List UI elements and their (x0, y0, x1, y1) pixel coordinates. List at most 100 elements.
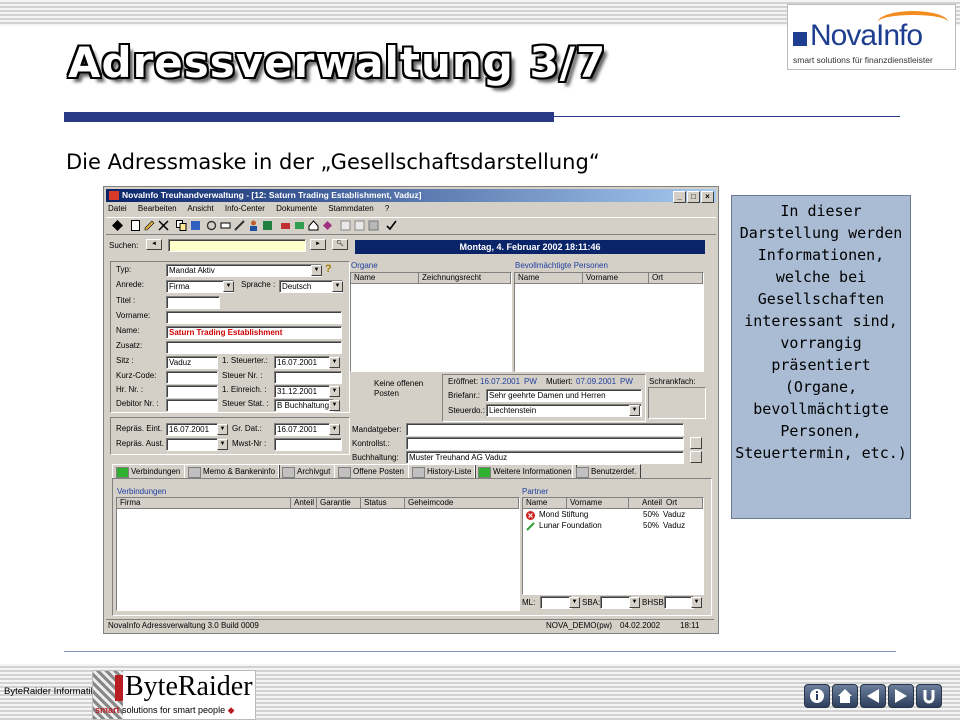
bevollmaechtigte-col-vorname[interactable]: Vorname (583, 273, 649, 284)
sba-select[interactable] (600, 596, 632, 609)
delete-x-icon[interactable] (158, 220, 169, 231)
steuerdo-dropdown-icon[interactable]: ▼ (629, 405, 640, 416)
menu-dokumente[interactable]: Dokumente (276, 204, 317, 213)
people-icon[interactable] (248, 220, 259, 231)
search-magnifier-icon[interactable]: 🔍︎ (332, 239, 348, 250)
search-input[interactable] (168, 239, 306, 252)
steuerdo-select[interactable]: Liechtenstein (486, 404, 642, 417)
maximize-button[interactable]: □ (687, 191, 700, 203)
partner-col-name[interactable]: Name (523, 498, 567, 509)
menu-bearbeiten[interactable]: Bearbeiten (138, 204, 177, 213)
steuerter-dropdown-icon[interactable]: ▼ (329, 357, 340, 368)
typ-dropdown-icon[interactable]: ▼ (311, 265, 322, 276)
repras-aust-dropdown-icon[interactable]: ▼ (217, 439, 228, 450)
transfer-icon[interactable] (294, 220, 305, 231)
grdat-field[interactable]: 16.07.2001 (274, 423, 330, 436)
search-prev-button[interactable]: ◄ (146, 239, 162, 250)
menu-ansicht[interactable]: Ansicht (187, 204, 213, 213)
ml-dropdown-icon[interactable]: ▼ (569, 597, 580, 608)
menu-datei[interactable]: Datei (108, 204, 127, 213)
kurzcode-field[interactable] (166, 371, 218, 384)
return-icon[interactable] (916, 684, 942, 708)
tab-history[interactable]: History-Liste (408, 464, 477, 478)
tab-verbindungen[interactable]: Verbindungen (112, 464, 186, 478)
notes-icon[interactable] (354, 220, 365, 231)
verbindungen-col-garantie[interactable]: Garantie (317, 498, 361, 509)
briefanr-field[interactable]: Sehr geehrte Damen und Herren (486, 389, 642, 402)
titel-field[interactable] (166, 296, 220, 309)
mwst-field[interactable] (274, 438, 342, 451)
label-icon[interactable] (220, 220, 231, 231)
sba-dropdown-icon[interactable]: ▼ (629, 597, 640, 608)
verbindungen-col-status[interactable]: Status (361, 498, 405, 509)
minimize-button[interactable]: _ (673, 191, 686, 203)
partner-col-anteil[interactable]: Anteil (629, 498, 665, 509)
link-icon[interactable] (206, 220, 217, 231)
buchhaltung-button[interactable] (690, 451, 702, 463)
mandatgeber-field[interactable] (406, 423, 684, 436)
sitz-field[interactable]: Vaduz (166, 356, 218, 369)
steuernr-field[interactable] (274, 371, 342, 384)
menu-info-center[interactable]: Info-Center (225, 204, 265, 213)
anrede-dropdown-icon[interactable]: ▼ (223, 281, 234, 292)
einreich-dropdown-icon[interactable]: ▼ (329, 386, 340, 397)
new-document-icon[interactable] (130, 220, 141, 231)
bevollmaechtigte-list[interactable]: Name Vorname Ort (514, 272, 704, 372)
verbindungen-list[interactable]: Firma Anteil Garantie Status Geheimcode (116, 497, 520, 611)
debitor-field[interactable] (166, 399, 218, 412)
close-button[interactable]: × (701, 191, 714, 203)
book-icon[interactable] (262, 220, 273, 231)
typ-select[interactable]: Mandat Aktiv (166, 264, 322, 277)
zusatz-field[interactable] (166, 341, 342, 354)
next-icon[interactable] (888, 684, 914, 708)
ml-select[interactable] (540, 596, 572, 609)
organe-list[interactable]: Name Zeichnungsrecht (350, 272, 512, 372)
kontrollst-button[interactable] (690, 437, 702, 449)
pen-icon[interactable] (234, 220, 245, 231)
diamond-icon[interactable] (112, 220, 123, 231)
grid-icon[interactable] (368, 220, 379, 231)
steuerstat-dropdown-icon[interactable]: ▼ (329, 400, 340, 411)
steuerter-field[interactable]: 16.07.2001 (274, 356, 330, 369)
search-next-button[interactable]: ► (310, 239, 326, 250)
tab-archivgut[interactable]: Archivgut (278, 464, 336, 478)
organe-col-name[interactable]: Name (351, 273, 419, 284)
help-question-icon[interactable]: ? (325, 263, 332, 275)
repras-eint-dropdown-icon[interactable]: ▼ (217, 424, 228, 435)
menu-help[interactable]: ? (385, 204, 389, 213)
grdat-dropdown-icon[interactable]: ▼ (329, 424, 340, 435)
checkmark-icon[interactable] (386, 220, 397, 231)
repras-eint-field[interactable]: 16.07.2001 (166, 423, 218, 436)
steuerstat-select[interactable]: B Buchhaltung (274, 399, 334, 412)
partner-row[interactable]: Lunar Foundation 50% Vaduz (523, 521, 703, 532)
kontrollst-field[interactable] (406, 437, 684, 450)
menu-stammdaten[interactable]: Stammdaten (328, 204, 373, 213)
previous-icon[interactable] (860, 684, 886, 708)
name-field[interactable]: Saturn Trading Establishment (166, 326, 342, 339)
verbindungen-col-geheimcode[interactable]: Geheimcode (405, 498, 519, 509)
tab-offene-posten[interactable]: Offene Posten (334, 464, 409, 478)
partner-col-vorname[interactable]: Vorname (567, 498, 629, 509)
sprache-dropdown-icon[interactable]: ▼ (332, 281, 343, 292)
repras-aust-field[interactable] (166, 438, 218, 451)
bhsb-select[interactable] (664, 596, 694, 609)
partner-list[interactable]: Name Vorname Anteil Ort Mond Stiftung 50… (522, 497, 704, 595)
partner-col-ort[interactable]: Ort (663, 498, 703, 509)
home-icon[interactable] (832, 684, 858, 708)
info-icon[interactable] (804, 684, 830, 708)
copy-icon[interactable] (176, 220, 187, 231)
pencil-icon[interactable] (144, 220, 155, 231)
einreich-field[interactable]: 31.12.2001 (274, 385, 330, 398)
bhsb-dropdown-icon[interactable]: ▼ (691, 597, 702, 608)
vorname-field[interactable] (166, 311, 342, 324)
tab-weitere-informationen[interactable]: Weitere Informationen (474, 464, 577, 478)
print-icon[interactable] (280, 220, 291, 231)
bevollmaechtigte-col-name[interactable]: Name (515, 273, 583, 284)
stamp-icon[interactable] (322, 220, 333, 231)
verbindungen-col-anteil[interactable]: Anteil (291, 498, 317, 509)
partner-row[interactable]: Mond Stiftung 50% Vaduz (523, 510, 703, 521)
tab-memo[interactable]: Memo & Bankeninfo (184, 464, 281, 478)
tab-benutzerdef[interactable]: Benutzerdef. (572, 464, 642, 478)
paste-icon[interactable] (190, 220, 201, 231)
house-icon[interactable] (308, 220, 319, 231)
